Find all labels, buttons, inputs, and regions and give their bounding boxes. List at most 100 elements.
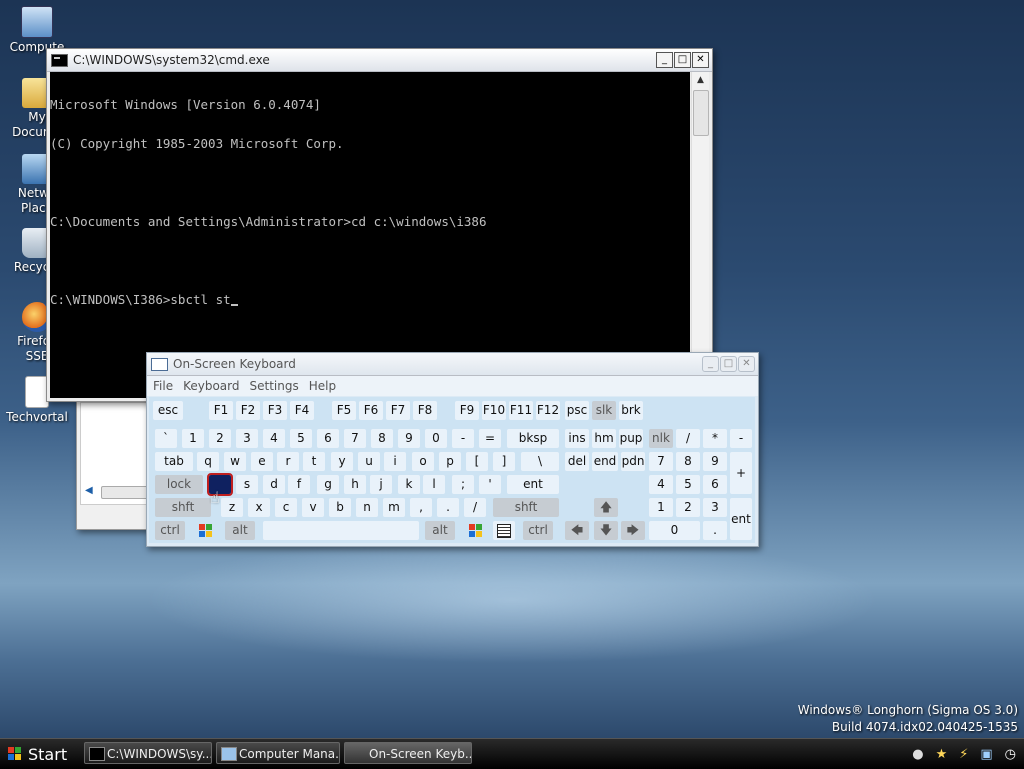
key-numpad-minus[interactable]: -: [730, 429, 752, 448]
key-8[interactable]: 8: [371, 429, 393, 448]
key-left-shift[interactable]: shft: [155, 498, 211, 517]
menu-keyboard[interactable]: Keyboard: [183, 379, 239, 393]
messenger-icon[interactable]: ★: [936, 747, 948, 762]
close-button[interactable]: ✕: [738, 356, 755, 372]
key-down-arrow[interactable]: 🡇: [594, 521, 618, 540]
network-icon[interactable]: ▣: [980, 747, 992, 762]
key-equals[interactable]: =: [479, 429, 501, 448]
key-caps-lock[interactable]: lock: [155, 475, 203, 494]
key-6[interactable]: 6: [317, 429, 339, 448]
key-numpad-decimal[interactable]: .: [703, 521, 727, 540]
key-3[interactable]: 3: [236, 429, 258, 448]
scroll-thumb[interactable]: [693, 90, 709, 136]
cmd-titlebar[interactable]: C:\WINDOWS\system32\cmd.exe _ □ ✕: [47, 49, 712, 72]
key-v[interactable]: v: [302, 498, 324, 517]
key-e[interactable]: e: [251, 452, 273, 471]
key-f4[interactable]: F4: [290, 401, 314, 420]
key-lbracket[interactable]: [: [466, 452, 488, 471]
key-comma[interactable]: ,: [410, 498, 432, 517]
osk-titlebar[interactable]: On-Screen Keyboard _ □ ✕: [147, 353, 758, 376]
key-numpad-plus[interactable]: +: [730, 452, 752, 494]
key-f11[interactable]: F11: [509, 401, 533, 420]
key-numpad-enter[interactable]: ent: [730, 498, 752, 540]
scroll-up-icon[interactable]: ▲: [692, 72, 709, 89]
key-pup[interactable]: pup: [619, 429, 643, 448]
key-end[interactable]: end: [592, 452, 618, 471]
key-f8[interactable]: F8: [413, 401, 437, 420]
key-f1[interactable]: F1: [209, 401, 233, 420]
key-p[interactable]: p: [439, 452, 461, 471]
maximize-button[interactable]: □: [674, 52, 691, 68]
console-prompt-line[interactable]: C:\WINDOWS\I386>sbctl st: [50, 293, 690, 306]
key-numpad-1[interactable]: 1: [649, 498, 673, 517]
key-left-ctrl[interactable]: ctrl: [155, 521, 185, 540]
key-numpad-3[interactable]: 3: [703, 498, 727, 517]
taskbar-item-computer-management[interactable]: Computer Mana...: [216, 742, 340, 764]
key-menu[interactable]: [493, 521, 515, 540]
key-numpad-6[interactable]: 6: [703, 475, 727, 494]
vertical-scrollbar[interactable]: ▲: [691, 72, 709, 398]
key-i[interactable]: i: [384, 452, 406, 471]
key-z[interactable]: z: [221, 498, 243, 517]
key-quote[interactable]: ': [479, 475, 501, 494]
start-button[interactable]: Start: [0, 741, 80, 767]
key-9[interactable]: 9: [398, 429, 420, 448]
key-up-arrow[interactable]: 🡅: [594, 498, 618, 517]
key-numpad-0[interactable]: 0: [649, 521, 700, 540]
taskbar-item-cmd[interactable]: C:\WINDOWS\sy...: [84, 742, 212, 764]
key-multiply[interactable]: *: [703, 429, 727, 448]
horizontal-scrollbar[interactable]: ◀: [85, 485, 155, 499]
key-f[interactable]: f: [288, 475, 310, 494]
key-numpad-5[interactable]: 5: [676, 475, 700, 494]
key-l[interactable]: l: [423, 475, 445, 494]
key-bksp[interactable]: bksp: [507, 429, 559, 448]
minimize-button[interactable]: _: [656, 52, 673, 68]
key-r[interactable]: r: [277, 452, 299, 471]
key-5[interactable]: 5: [290, 429, 312, 448]
status-icon[interactable]: ●: [912, 747, 923, 762]
key-q[interactable]: q: [197, 452, 219, 471]
key-slk[interactable]: slk: [592, 401, 616, 420]
key-enter[interactable]: ent: [507, 475, 559, 494]
on-screen-keyboard-window[interactable]: On-Screen Keyboard _ □ ✕ File Keyboard S…: [146, 352, 759, 547]
key-h[interactable]: h: [344, 475, 366, 494]
key-del[interactable]: del: [565, 452, 589, 471]
key-4[interactable]: 4: [263, 429, 285, 448]
key-space[interactable]: [263, 521, 419, 540]
key-divide[interactable]: /: [676, 429, 700, 448]
key-left-alt[interactable]: alt: [225, 521, 255, 540]
key-y[interactable]: y: [331, 452, 353, 471]
key-nlk[interactable]: nlk: [649, 429, 673, 448]
key-c[interactable]: c: [275, 498, 297, 517]
menu-file[interactable]: File: [153, 379, 173, 393]
key-n[interactable]: n: [356, 498, 378, 517]
key-brk[interactable]: brk: [619, 401, 643, 420]
key-2[interactable]: 2: [209, 429, 231, 448]
key-slash[interactable]: /: [464, 498, 486, 517]
key-x[interactable]: x: [248, 498, 270, 517]
scroll-left-icon[interactable]: ◀: [85, 485, 93, 496]
key-numpad-7[interactable]: 7: [649, 452, 673, 471]
clock-icon[interactable]: ◷: [1005, 747, 1016, 762]
key-f9[interactable]: F9: [455, 401, 479, 420]
key-period[interactable]: .: [437, 498, 459, 517]
key-f2[interactable]: F2: [236, 401, 260, 420]
cmd-window[interactable]: C:\WINDOWS\system32\cmd.exe _ □ ✕ Micros…: [46, 48, 713, 402]
key-ins[interactable]: ins: [565, 429, 589, 448]
key-m[interactable]: m: [383, 498, 405, 517]
menu-help[interactable]: Help: [309, 379, 336, 393]
taskbar-item-on-screen-keyboard[interactable]: On-Screen Keyb...: [344, 742, 472, 764]
key-semicolon[interactable]: ;: [452, 475, 474, 494]
key-numpad-4[interactable]: 4: [649, 475, 673, 494]
key-right-ctrl[interactable]: ctrl: [523, 521, 553, 540]
key-hm[interactable]: hm: [592, 429, 616, 448]
key-d[interactable]: d: [263, 475, 285, 494]
key-psc[interactable]: psc: [565, 401, 589, 420]
key-numpad-9[interactable]: 9: [703, 452, 727, 471]
key-left-windows[interactable]: [195, 521, 217, 540]
key-right-shift[interactable]: shft: [493, 498, 559, 517]
close-button[interactable]: ✕: [692, 52, 709, 68]
key-f12[interactable]: F12: [536, 401, 560, 420]
key-w[interactable]: w: [224, 452, 246, 471]
key-f10[interactable]: F10: [482, 401, 506, 420]
